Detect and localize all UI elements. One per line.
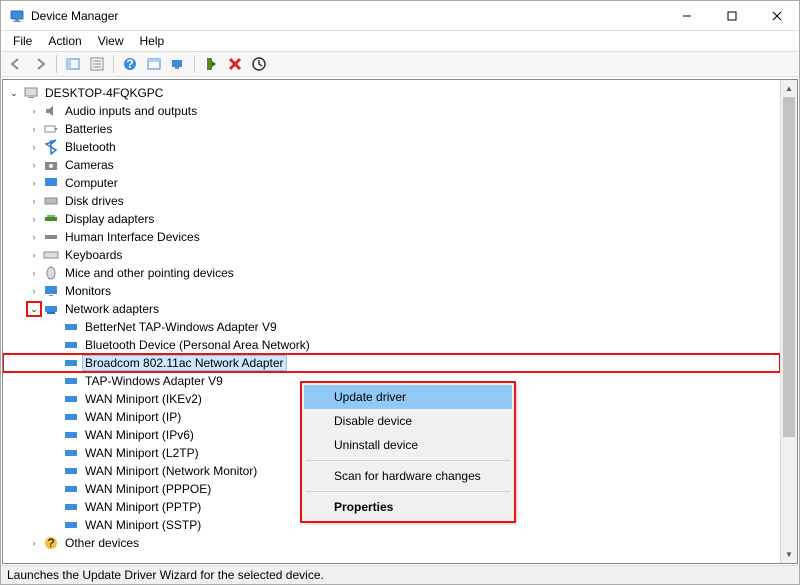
network-adapter-icon — [63, 391, 79, 407]
keyboard-icon — [43, 247, 59, 263]
network-icon — [43, 301, 59, 317]
network-adapter-icon — [63, 445, 79, 461]
caret-icon[interactable]: › — [27, 230, 41, 244]
category-network-adapters[interactable]: ⌄ Network adapters — [3, 300, 780, 318]
caret-icon[interactable]: › — [27, 194, 41, 208]
network-adapter-icon — [63, 481, 79, 497]
uninstall-button[interactable] — [224, 53, 246, 75]
caret-icon[interactable]: › — [27, 266, 41, 280]
device-betternet[interactable]: BetterNet TAP-Windows Adapter V9 — [3, 318, 780, 336]
minimize-button[interactable] — [664, 1, 709, 31]
computer-icon — [23, 85, 39, 101]
ctx-uninstall-device[interactable]: Uninstall device — [304, 433, 512, 457]
caret-open-icon[interactable]: ⌄ — [27, 302, 41, 316]
caret-icon[interactable]: › — [27, 248, 41, 262]
caret-icon[interactable]: › — [27, 284, 41, 298]
menubar: File Action View Help — [1, 31, 799, 51]
status-text: Launches the Update Driver Wizard for th… — [7, 568, 324, 582]
caret-icon[interactable]: › — [27, 104, 41, 118]
category-hid[interactable]: ›Human Interface Devices — [3, 228, 780, 246]
monitor-icon — [43, 283, 59, 299]
network-adapter-icon — [63, 427, 79, 443]
menu-file[interactable]: File — [5, 32, 40, 50]
category-cameras[interactable]: ›Cameras — [3, 156, 780, 174]
caret-icon[interactable]: › — [27, 122, 41, 136]
network-adapter-icon — [63, 337, 79, 353]
app-icon — [9, 8, 25, 24]
other-icon: ? — [43, 535, 59, 551]
enable-button[interactable] — [200, 53, 222, 75]
network-adapter-icon — [63, 319, 79, 335]
network-adapter-icon — [63, 409, 79, 425]
disk-icon — [43, 193, 59, 209]
ctx-properties[interactable]: Properties — [304, 495, 512, 519]
separator — [194, 55, 195, 73]
category-monitors[interactable]: ›Monitors — [3, 282, 780, 300]
menu-action[interactable]: Action — [40, 32, 89, 50]
hid-icon — [43, 229, 59, 245]
scan-button[interactable] — [167, 53, 189, 75]
separator — [306, 460, 510, 461]
status-bar: Launches the Update Driver Wizard for th… — [1, 565, 799, 584]
network-adapter-icon — [63, 517, 79, 533]
network-adapter-icon — [63, 499, 79, 515]
device-broadcom[interactable]: Broadcom 802.11ac Network Adapter — [3, 354, 780, 372]
back-button[interactable] — [5, 53, 27, 75]
properties-button[interactable] — [86, 53, 108, 75]
category-disk[interactable]: ›Disk drives — [3, 192, 780, 210]
caret-icon[interactable]: › — [27, 536, 41, 550]
menu-view[interactable]: View — [90, 32, 132, 50]
display-icon — [43, 211, 59, 227]
network-adapter-icon — [63, 463, 79, 479]
help-button[interactable]: ? — [119, 53, 141, 75]
caret-icon[interactable]: › — [27, 158, 41, 172]
bluetooth-icon — [43, 139, 59, 155]
caret-icon[interactable]: › — [27, 140, 41, 154]
mouse-icon — [43, 265, 59, 281]
separator — [113, 55, 114, 73]
category-computer[interactable]: ›Computer — [3, 174, 780, 192]
show-hide-console-button[interactable] — [62, 53, 84, 75]
scroll-down-icon[interactable]: ▼ — [781, 546, 797, 563]
vertical-scrollbar[interactable]: ▲ ▼ — [780, 80, 797, 563]
separator — [56, 55, 57, 73]
audio-icon — [43, 103, 59, 119]
caret-icon[interactable]: › — [27, 212, 41, 226]
category-mice[interactable]: ›Mice and other pointing devices — [3, 264, 780, 282]
update-button[interactable] — [248, 53, 270, 75]
titlebar: Device Manager — [1, 1, 799, 31]
scroll-up-icon[interactable]: ▲ — [781, 80, 797, 97]
category-bluetooth[interactable]: ›Bluetooth — [3, 138, 780, 156]
ctx-scan-hardware[interactable]: Scan for hardware changes — [304, 464, 512, 488]
maximize-button[interactable] — [709, 1, 754, 31]
category-other[interactable]: ›?Other devices — [3, 534, 780, 552]
root-label: DESKTOP-4FQKGPC — [43, 86, 165, 100]
action-button[interactable] — [143, 53, 165, 75]
ctx-update-driver[interactable]: Update driver — [304, 385, 512, 409]
svg-text:?: ? — [126, 57, 133, 71]
computer-icon — [43, 175, 59, 191]
category-display[interactable]: ›Display adapters — [3, 210, 780, 228]
menu-help[interactable]: Help — [132, 32, 173, 50]
ctx-disable-device[interactable]: Disable device — [304, 409, 512, 433]
close-button[interactable] — [754, 1, 799, 31]
category-keyboards[interactable]: ›Keyboards — [3, 246, 780, 264]
window-title: Device Manager — [31, 9, 664, 23]
category-audio[interactable]: ›Audio inputs and outputs — [3, 102, 780, 120]
context-menu: Update driver Disable device Uninstall d… — [301, 382, 515, 522]
separator — [306, 491, 510, 492]
caret-open-icon[interactable]: ⌄ — [7, 86, 21, 100]
battery-icon — [43, 121, 59, 137]
svg-text:?: ? — [48, 536, 55, 550]
network-adapter-icon — [63, 373, 79, 389]
category-batteries[interactable]: ›Batteries — [3, 120, 780, 138]
forward-button[interactable] — [29, 53, 51, 75]
network-adapter-icon — [63, 355, 79, 371]
root-node[interactable]: ⌄ DESKTOP-4FQKGPC — [3, 84, 780, 102]
toolbar: ? — [1, 51, 799, 77]
caret-icon[interactable]: › — [27, 176, 41, 190]
camera-icon — [43, 157, 59, 173]
scroll-thumb[interactable] — [783, 97, 795, 437]
device-bt-pan[interactable]: Bluetooth Device (Personal Area Network) — [3, 336, 780, 354]
